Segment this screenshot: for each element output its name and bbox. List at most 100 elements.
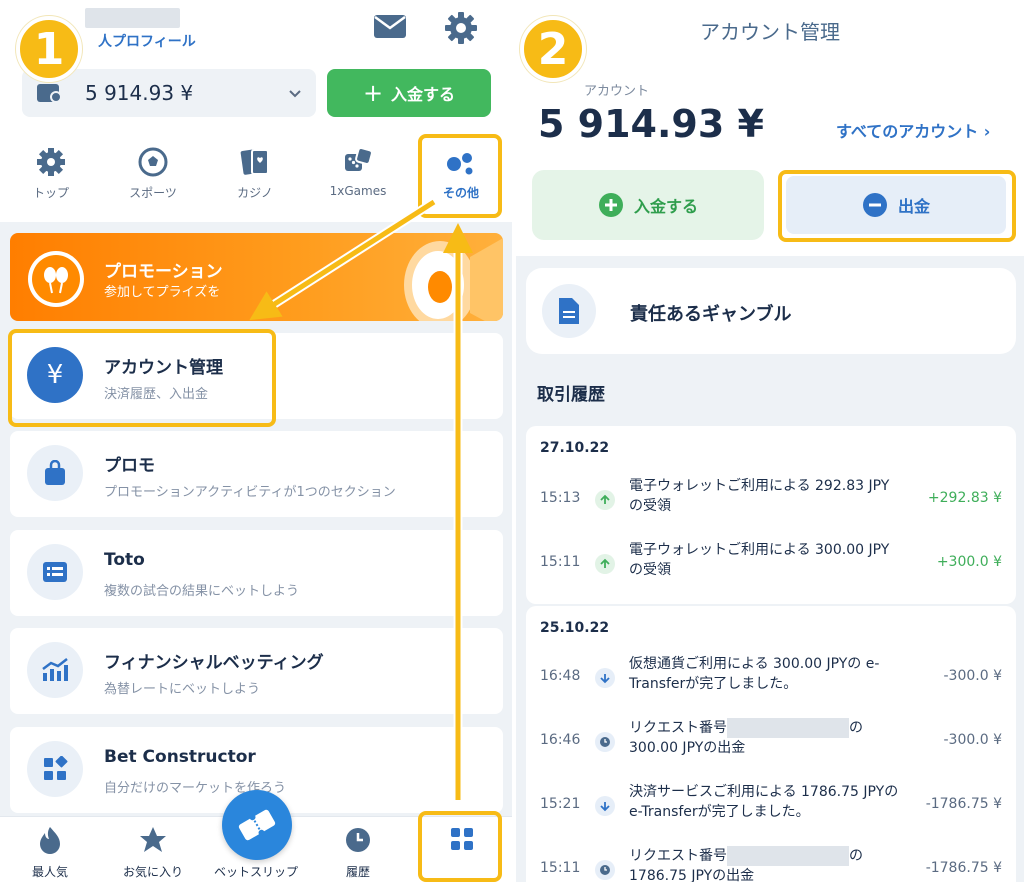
menu-subtitle: 複数の試合の結果にベットしよう	[104, 584, 300, 599]
fire-icon	[40, 827, 60, 854]
account-balance: 5 914.93 ¥	[538, 102, 764, 146]
tab-label: 最人気	[31, 865, 68, 879]
cards-icon	[240, 149, 269, 175]
transaction-row[interactable]: 15:13 電子ウォレットご利用による 292.83 JPYの受領 +292.8…	[526, 470, 1016, 530]
responsible-gambling-title: 責任あるギャンブル	[630, 304, 792, 325]
transaction-time: 15:11	[540, 554, 581, 570]
plus-icon: +	[362, 79, 384, 107]
nav-label: トップ	[32, 186, 69, 200]
highlight-menu-tab	[418, 811, 502, 882]
blurred-username	[85, 8, 180, 28]
deposit-button[interactable]: + 入金する	[327, 69, 491, 117]
request-suffix: の	[849, 848, 863, 864]
tab-favorites[interactable]: お気に入り	[103, 825, 203, 880]
request-detail: 300.00 JPYの出金	[629, 740, 746, 756]
menu-title: プロモ	[104, 456, 155, 476]
chevron-down-icon	[289, 90, 301, 98]
step-badge-1: 1	[16, 16, 82, 82]
transaction-row[interactable]: 16:48 仮想通貨ご利用による 300.00 JPYの e-Transferが…	[526, 648, 1016, 708]
nav-label: 1xGames	[329, 184, 387, 198]
left-panel: 人プロフィール 5 914.93 ¥ + 入金する トップ スポーツ カジノ 1…	[0, 0, 512, 882]
arrow-down-icon	[595, 796, 615, 816]
transaction-description: 電子ウォレットご利用による 300.00 JPYの受領	[629, 542, 890, 578]
deposit-label: 入金する	[633, 197, 698, 216]
top-icon	[37, 148, 65, 176]
balance-value: 5 914.93 ¥	[85, 81, 194, 105]
transaction-time: 15:11	[540, 860, 581, 876]
mail-icon[interactable]	[373, 12, 407, 40]
transaction-time: 16:48	[540, 668, 581, 684]
chart-icon	[27, 642, 83, 698]
menu-title: Toto	[104, 550, 145, 570]
page-title: アカウント管理	[700, 20, 840, 44]
nav-1xgames[interactable]: 1xGames	[313, 140, 403, 216]
transaction-row[interactable]: 15:11 リクエスト番号 の 1786.75 JPYの出金 -1786.75 ¥	[526, 840, 1016, 882]
transaction-description: 電子ウォレットご利用による 292.83 JPYの受領	[629, 478, 890, 514]
nav-top[interactable]: トップ	[6, 140, 96, 216]
deposit-button[interactable]: 入金する	[532, 170, 764, 240]
right-panel: アカウント管理 アカウント 5 914.93 ¥ すべてのアカウント › 入金す…	[516, 0, 1024, 882]
blocks-icon	[27, 741, 83, 797]
profile-link[interactable]: 人プロフィール	[98, 31, 196, 51]
wallet-icon	[37, 84, 62, 103]
tab-popular[interactable]: 最人気	[0, 825, 100, 880]
blurred-request-id	[727, 718, 849, 738]
history-date: 27.10.22	[540, 440, 610, 456]
menu-title: Bet Constructor	[104, 747, 256, 767]
menu-financial-betting[interactable]: フィナンシャルベッティング 為替レートにベットしよう	[10, 628, 503, 714]
bag-icon	[27, 445, 83, 501]
transaction-amount: +300.0 ¥	[936, 554, 1002, 570]
transaction-amount: -300.0 ¥	[943, 732, 1003, 748]
menu-title: フィナンシャルベッティング	[104, 653, 324, 673]
request-number-label: リクエスト番号	[629, 848, 727, 864]
clock-icon	[346, 828, 370, 852]
transaction-amount: +292.83 ¥	[927, 490, 1002, 506]
transaction-time: 15:21	[540, 796, 581, 812]
history-title: 取引履歴	[537, 385, 605, 405]
menu-subtitle: プロモーションアクティビティが1つのセクション	[104, 485, 396, 500]
tab-history[interactable]: 履歴	[308, 825, 408, 880]
ticket-icon	[238, 809, 276, 841]
highlight-account-management	[8, 329, 276, 427]
tab-label: お気に入り	[122, 865, 183, 879]
arrow-up-icon	[595, 490, 615, 510]
promo-title: プロモーション	[104, 262, 223, 282]
plus-circle-icon	[598, 193, 623, 217]
tab-label: ベットスリップ	[213, 865, 298, 879]
blurred-request-id	[727, 846, 849, 866]
transaction-description: リクエスト番号 の 1786.75 JPYの出金	[629, 846, 899, 882]
deposit-label: 入金する	[391, 85, 456, 104]
document-icon	[542, 284, 596, 338]
nav-sports[interactable]: スポーツ	[108, 140, 198, 216]
transaction-row[interactable]: 16:46 リクエスト番号 の 300.00 JPYの出金 -300.0 ¥	[526, 712, 1016, 772]
tab-label: 履歴	[345, 865, 370, 879]
transaction-time: 15:13	[540, 490, 581, 506]
request-detail: 1786.75 JPYの出金	[629, 868, 755, 882]
transaction-description: 仮想通貨ご利用による 300.00 JPYの e-Transferが完了しました…	[629, 656, 880, 692]
all-accounts-link[interactable]: すべてのアカウント ›	[836, 118, 990, 142]
transaction-description: 決済サービスご利用による 1786.75 JPYのe-Transferが完了しま…	[629, 784, 899, 820]
history-date: 25.10.22	[540, 620, 610, 636]
transaction-amount: -1786.75 ¥	[925, 860, 1002, 876]
menu-promo[interactable]: プロモ プロモーションアクティビティが1つのセクション	[10, 431, 503, 517]
step-badge-2: 2	[520, 16, 586, 82]
transaction-time: 16:46	[540, 732, 581, 748]
megaphone-icon	[404, 238, 503, 321]
responsible-gambling-card[interactable]: 責任あるギャンブル	[526, 268, 1016, 354]
menu-toto[interactable]: Toto 複数の試合の結果にベットしよう	[10, 530, 503, 616]
betslip-button[interactable]	[222, 790, 292, 860]
nav-label: カジノ	[237, 186, 273, 200]
gear-icon[interactable]	[444, 11, 478, 45]
promotion-banner[interactable]: プロモーション 参加してプライズを	[10, 233, 503, 321]
promo-subtitle: 参加してプライズを	[104, 285, 221, 300]
transaction-row[interactable]: 15:11 電子ウォレットご利用による 300.00 JPYの受領 +300.0…	[526, 534, 1016, 594]
transaction-row[interactable]: 15:21 決済サービスご利用による 1786.75 JPYのe-Transfe…	[526, 776, 1016, 836]
nav-casino[interactable]: カジノ	[210, 140, 300, 216]
soccer-ball-icon	[138, 147, 168, 177]
balloons-icon	[28, 251, 84, 307]
list-card-icon	[27, 544, 83, 600]
transaction-description: リクエスト番号 の 300.00 JPYの出金	[629, 718, 899, 758]
history-group: 27.10.22 15:13 電子ウォレットご利用による 292.83 JPYの…	[526, 426, 1016, 604]
menu-subtitle: 為替レートにベットしよう	[104, 682, 261, 697]
arrow-up-icon	[595, 554, 615, 574]
